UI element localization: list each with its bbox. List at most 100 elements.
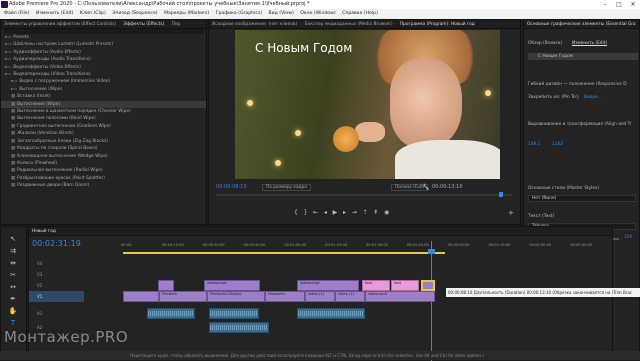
lift-icon[interactable]: ⇡: [363, 209, 368, 216]
timeline-clip[interactable]: Firework: [159, 291, 207, 302]
pos-x-value[interactable]: 149,1: [528, 142, 540, 147]
timeline-clip[interactable]: Fireworks Display: [207, 291, 265, 302]
close-icon[interactable]: ✕: [626, 0, 640, 9]
timeline-clip[interactable]: text: [362, 280, 390, 291]
audio-clip[interactable]: [147, 308, 195, 319]
extract-icon[interactable]: ⇞: [373, 209, 378, 216]
fit-dropdown[interactable]: По размеру кадра: [262, 184, 311, 191]
playhead-handle[interactable]: [428, 249, 435, 254]
effects-folder[interactable]: ▸▭ Вытеснение (Wipe): [1, 86, 206, 93]
menu-view[interactable]: Вид (View): [269, 11, 294, 16]
step-back-icon[interactable]: ◂: [324, 209, 327, 216]
effects-item[interactable]: ▦ Разбрызгивание красок (Paint Splatter): [1, 175, 206, 182]
step-forward-icon[interactable]: ▸: [343, 209, 346, 216]
track-v3[interactable]: V3: [29, 269, 84, 280]
timeline-timecode[interactable]: 00:02:31:19: [32, 239, 81, 248]
tab-effects[interactable]: Эффекты (Effects): [120, 22, 167, 27]
go-to-out-icon[interactable]: ⇥: [352, 209, 357, 216]
tab-sequence[interactable]: Новый год: [29, 229, 59, 234]
export-frame-icon[interactable]: ◉: [384, 209, 389, 216]
tab-media-browser[interactable]: Бокспер медиаданных (Media Browser): [302, 22, 396, 27]
go-to-in-icon[interactable]: ⇤: [313, 209, 318, 216]
timeline-clip[interactable]: video (1): [335, 291, 365, 302]
menu-sequence[interactable]: Эпизод (Sequence): [112, 11, 157, 16]
audio-clip[interactable]: [209, 322, 269, 333]
effects-item[interactable]: ▦ Вытеснение в шахматном порядке (Checker…: [1, 108, 206, 115]
audio-clip[interactable]: [209, 308, 259, 319]
menu-edit[interactable]: Изменить (Edit): [36, 11, 73, 16]
tab-source[interactable]: Исходное изображение: (нет клипов): [209, 22, 300, 27]
timeline-clip[interactable]: videoscript: [297, 280, 359, 291]
timeline-clip[interactable]: Fireworks: [265, 291, 305, 302]
effects-item[interactable]: ▦ Вставка (Inset): [1, 93, 206, 100]
timeline-clip[interactable]: text: [391, 280, 419, 291]
play-icon[interactable]: ▶: [333, 209, 338, 216]
effects-folder[interactable]: ▸▭ Аудиоэффекты (Audio Effects): [1, 49, 206, 56]
effects-item[interactable]: ▦ Зигзагообразные блоки (Zig-Zag Blocks): [1, 138, 206, 145]
track-a1[interactable]: A1: [29, 308, 84, 319]
tab-browse[interactable]: Обзор (Browse): [528, 41, 562, 46]
track-v4[interactable]: V4: [29, 258, 84, 269]
effects-folder[interactable]: ▸▭ Видео с погружением (Immersive Video): [1, 78, 206, 85]
effects-folder[interactable]: ▸▭ Видеоэффекты (Video Effects): [1, 64, 206, 71]
mark-out-icon[interactable]: }: [304, 209, 308, 216]
font-size-value[interactable]: 100: [624, 235, 632, 240]
track-v1[interactable]: V1: [29, 291, 84, 302]
timeline-clip[interactable]: videoscript: [204, 280, 260, 291]
minimize-icon[interactable]: –: [598, 0, 612, 9]
menu-window[interactable]: Окно (Window): [300, 11, 335, 16]
selection-tool-icon[interactable]: ↖: [8, 235, 18, 244]
effects-item[interactable]: ▦ Вытеснение (Wipe): [1, 100, 206, 109]
tab-effect-controls[interactable]: Элементы управления эффектом (Effect Con…: [1, 22, 119, 27]
hand-tool-icon[interactable]: ✋: [8, 307, 18, 316]
master-style-dropdown[interactable]: Нет (None): [528, 195, 636, 202]
layer-item[interactable]: С Новым Годом: [528, 53, 638, 60]
effects-folder[interactable]: ▸▭ Presets: [1, 34, 206, 41]
razor-tool-icon[interactable]: ✂: [8, 271, 18, 280]
timeline-clip[interactable]: [158, 280, 174, 291]
playhead-marker[interactable]: [499, 192, 503, 197]
slip-tool-icon[interactable]: ↔: [8, 283, 18, 292]
effects-item[interactable]: ▦ Градиентное вытеснение (Gradient Wipe): [1, 123, 206, 130]
timeline-clip[interactable]: video.mp4: [365, 291, 435, 302]
effects-folder[interactable]: ▸▭ Шаблоны настроек Lumetri (Lumetri Pres…: [1, 41, 206, 48]
menu-file[interactable]: Файл (File): [4, 11, 29, 16]
tab-edit[interactable]: Изменить (Edit): [572, 41, 607, 46]
effects-item[interactable]: ▦ Клиновидное вытеснение (Wedge Wipe): [1, 153, 206, 160]
add-button-icon[interactable]: +: [508, 209, 514, 217]
menu-graphics[interactable]: Графика (Graphics): [216, 11, 262, 16]
audio-clip[interactable]: [297, 308, 365, 319]
effects-item[interactable]: ▦ Вытеснение полосами (Band Wipe): [1, 115, 206, 122]
tab-more[interactable]: Пер: [169, 22, 184, 27]
wrench-icon[interactable]: 🔧: [422, 184, 429, 191]
program-scrubber[interactable]: [216, 192, 512, 197]
menu-help[interactable]: Справка (Help): [342, 11, 378, 16]
mark-in-icon[interactable]: {: [294, 209, 298, 216]
type-tool-icon[interactable]: T: [8, 319, 18, 328]
ripple-edit-icon[interactable]: ⇹: [8, 259, 18, 268]
selected-title-clip[interactable]: [421, 280, 435, 291]
work-area-bar[interactable]: [123, 252, 445, 254]
track-select-icon[interactable]: ⇉: [8, 247, 18, 256]
effects-item[interactable]: ▦ Квадраты по спирали (Spiral Boxes): [1, 145, 206, 152]
effects-item[interactable]: ▦ Радиальное вытеснение (Radial Wipe): [1, 167, 206, 174]
tab-program[interactable]: Программа (Program): Новый год: [397, 22, 478, 27]
pen-tool-icon[interactable]: ✒: [8, 295, 18, 304]
effects-item[interactable]: ▦ Жалюзи (Venetian Blinds): [1, 130, 206, 137]
menu-markers[interactable]: Маркеры (Markers): [164, 11, 209, 16]
transition-icon: ▦: [11, 109, 16, 115]
program-video-frame[interactable]: С Новым Годом: [235, 30, 500, 179]
effects-folder[interactable]: ▸▭ Аудиопереходы (Audio Transitions): [1, 56, 206, 63]
effects-item[interactable]: ▦ Раздвижные двери (Barn Doors): [1, 182, 206, 189]
pos-y-value[interactable]: 1162: [552, 142, 563, 147]
effects-folder[interactable]: ▸▭ Видеопереходы (Video Transitions): [1, 71, 206, 78]
pin-to-dropdown[interactable]: Видео...: [584, 95, 602, 100]
title-caption[interactable]: С Новым Годом: [255, 41, 352, 55]
effects-item[interactable]: ▦ Колесо (Pinwheel): [1, 160, 206, 167]
maximize-icon[interactable]: □: [612, 0, 626, 9]
timeline-clip[interactable]: video (1): [305, 291, 335, 302]
program-timecode[interactable]: 00:00:08:10: [216, 184, 247, 190]
menu-clip[interactable]: Клип (Clip): [80, 11, 106, 16]
track-v2[interactable]: V2: [29, 280, 84, 291]
timeline-clip[interactable]: [123, 291, 159, 302]
